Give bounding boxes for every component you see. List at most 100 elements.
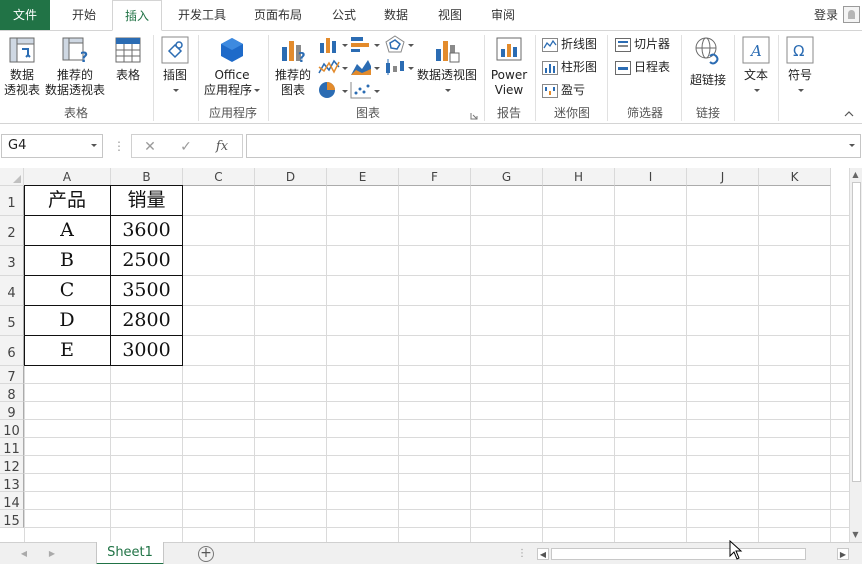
row-header-15[interactable]: 15: [0, 510, 24, 529]
worksheet-grid[interactable]: ABCDEFGHIJK 1 2 3 4 5 6 7 8 9 10 11 12 13 14 15 产品 销量 A 3…: [0, 168, 849, 542]
cell-b5[interactable]: 2800: [111, 306, 183, 336]
column-header-i[interactable]: I: [615, 168, 687, 186]
confirm-icon[interactable]: ✓: [176, 138, 196, 156]
bar-chart-button[interactable]: [350, 35, 380, 55]
select-all-corner[interactable]: [0, 168, 24, 186]
table-button[interactable]: 表格: [110, 35, 146, 83]
hyperlink-button[interactable]: 超链接: [686, 35, 730, 88]
collapse-ribbon-icon[interactable]: [844, 109, 854, 119]
cell-a2[interactable]: A: [24, 216, 111, 246]
cell-a4[interactable]: C: [24, 276, 111, 306]
add-sheet-icon[interactable]: +: [198, 546, 214, 562]
row-header-7[interactable]: 7: [0, 366, 24, 385]
sparkline-column-button[interactable]: 柱形图: [542, 57, 597, 77]
illustrations-button[interactable]: 插图: [157, 35, 193, 98]
slicer-button[interactable]: 切片器: [615, 34, 670, 54]
tab-view[interactable]: 视图: [428, 0, 472, 30]
row-header-8[interactable]: 8: [0, 384, 24, 403]
tab-home[interactable]: 开始: [58, 0, 110, 30]
cancel-icon[interactable]: ✕: [140, 138, 160, 156]
tab-review[interactable]: 审阅: [481, 0, 525, 30]
row-header-11[interactable]: 11: [0, 438, 24, 457]
cell-b1[interactable]: 销量: [111, 186, 183, 216]
pivot-table-button[interactable]: 数据 透视表: [2, 35, 42, 98]
scroll-left-icon[interactable]: ◀: [537, 548, 549, 560]
pie-chart-button[interactable]: [318, 81, 348, 101]
row-header-3[interactable]: 3: [0, 246, 24, 276]
cell-a5[interactable]: D: [24, 306, 111, 336]
cell-a1[interactable]: 产品: [24, 186, 111, 216]
pivot-chart-button[interactable]: 数据透视图: [414, 35, 480, 98]
text-label: 文本: [743, 68, 768, 82]
row-header-9[interactable]: 9: [0, 402, 24, 421]
login-link[interactable]: 登录: [814, 0, 838, 30]
column-chart-button[interactable]: [318, 35, 348, 55]
scroll-up-icon[interactable]: ▲: [850, 169, 861, 181]
column-header-b[interactable]: B: [111, 168, 183, 186]
cell-a6[interactable]: E: [24, 336, 111, 366]
radar-chart-button[interactable]: [384, 35, 414, 55]
line-chart-button[interactable]: [318, 58, 348, 78]
formula-input[interactable]: [246, 134, 861, 158]
row-header-4[interactable]: 4: [0, 276, 24, 306]
row-header-14[interactable]: 14: [0, 492, 24, 511]
row-header-1[interactable]: 1: [0, 186, 24, 216]
row-header-6[interactable]: 6: [0, 336, 24, 366]
dialog-launcher-icon[interactable]: [470, 112, 478, 120]
insert-function-button[interactable]: fx: [212, 138, 232, 156]
row-header-13[interactable]: 13: [0, 474, 24, 493]
column-header-f[interactable]: F: [399, 168, 471, 186]
tab-split-handle[interactable]: ⋮: [517, 547, 527, 561]
column-header-j[interactable]: J: [687, 168, 759, 186]
reports-group-label: 报告: [496, 106, 521, 120]
row-header-2[interactable]: 2: [0, 216, 24, 246]
recommended-pivot-button[interactable]: ? 推荐的 数据透视表: [43, 35, 107, 98]
power-view-button[interactable]: Power View: [487, 35, 531, 98]
cell-b2[interactable]: 3600: [111, 216, 183, 246]
text-button[interactable]: A 文本: [738, 35, 774, 98]
cell-b6[interactable]: 3000: [111, 336, 183, 366]
horizontal-scroll-thumb[interactable]: [551, 548, 806, 560]
vertical-scroll-thumb[interactable]: [852, 182, 861, 482]
horizontal-scrollbar[interactable]: ◀ ▶: [537, 546, 849, 562]
prev-sheet-icon[interactable]: ◀: [18, 547, 30, 561]
scroll-down-icon[interactable]: ▼: [850, 529, 861, 541]
tab-formulas[interactable]: 公式: [322, 0, 366, 30]
next-sheet-icon[interactable]: ▶: [46, 547, 58, 561]
symbols-button[interactable]: Ω 符号: [782, 35, 818, 98]
vertical-scrollbar[interactable]: ▲ ▼: [849, 168, 862, 542]
tab-page-layout[interactable]: 页面布局: [246, 0, 310, 30]
scatter-chart-button[interactable]: [350, 81, 380, 101]
column-header-d[interactable]: D: [255, 168, 327, 186]
formula-bar-splitter[interactable]: ⋮: [113, 139, 125, 153]
column-header-c[interactable]: C: [183, 168, 255, 186]
sparkline-line-button[interactable]: 折线图: [542, 34, 597, 54]
column-header-k[interactable]: K: [759, 168, 831, 186]
tab-file[interactable]: 文件: [0, 0, 50, 30]
scroll-right-icon[interactable]: ▶: [837, 548, 849, 560]
recommended-charts-button[interactable]: ? 推荐的 图表: [272, 35, 314, 98]
row-header-5[interactable]: 5: [0, 306, 24, 336]
area-chart-button[interactable]: [350, 58, 380, 78]
tab-developer[interactable]: 开发工具: [170, 0, 234, 30]
row-header-10[interactable]: 10: [0, 420, 24, 439]
chevron-down-icon[interactable]: [91, 144, 97, 147]
cell-b3[interactable]: 2500: [111, 246, 183, 276]
column-header-a[interactable]: A: [24, 168, 111, 186]
user-icon[interactable]: [843, 6, 860, 23]
sheet-tab-sheet1[interactable]: Sheet1: [96, 542, 164, 564]
column-header-h[interactable]: H: [543, 168, 615, 186]
tab-insert[interactable]: 插入: [112, 0, 162, 31]
tab-data[interactable]: 数据: [374, 0, 418, 30]
sparkline-winloss-button[interactable]: 盈亏: [542, 80, 585, 100]
office-apps-button[interactable]: Office 应用程序: [200, 35, 264, 98]
timeline-button[interactable]: 日程表: [615, 57, 670, 77]
column-header-g[interactable]: G: [471, 168, 543, 186]
cell-b4[interactable]: 3500: [111, 276, 183, 306]
row-header-12[interactable]: 12: [0, 456, 24, 475]
cell-a3[interactable]: B: [24, 246, 111, 276]
chevron-down-icon[interactable]: [849, 144, 855, 147]
name-box[interactable]: G4: [1, 134, 103, 158]
column-header-e[interactable]: E: [327, 168, 399, 186]
stock-chart-button[interactable]: [384, 58, 414, 78]
